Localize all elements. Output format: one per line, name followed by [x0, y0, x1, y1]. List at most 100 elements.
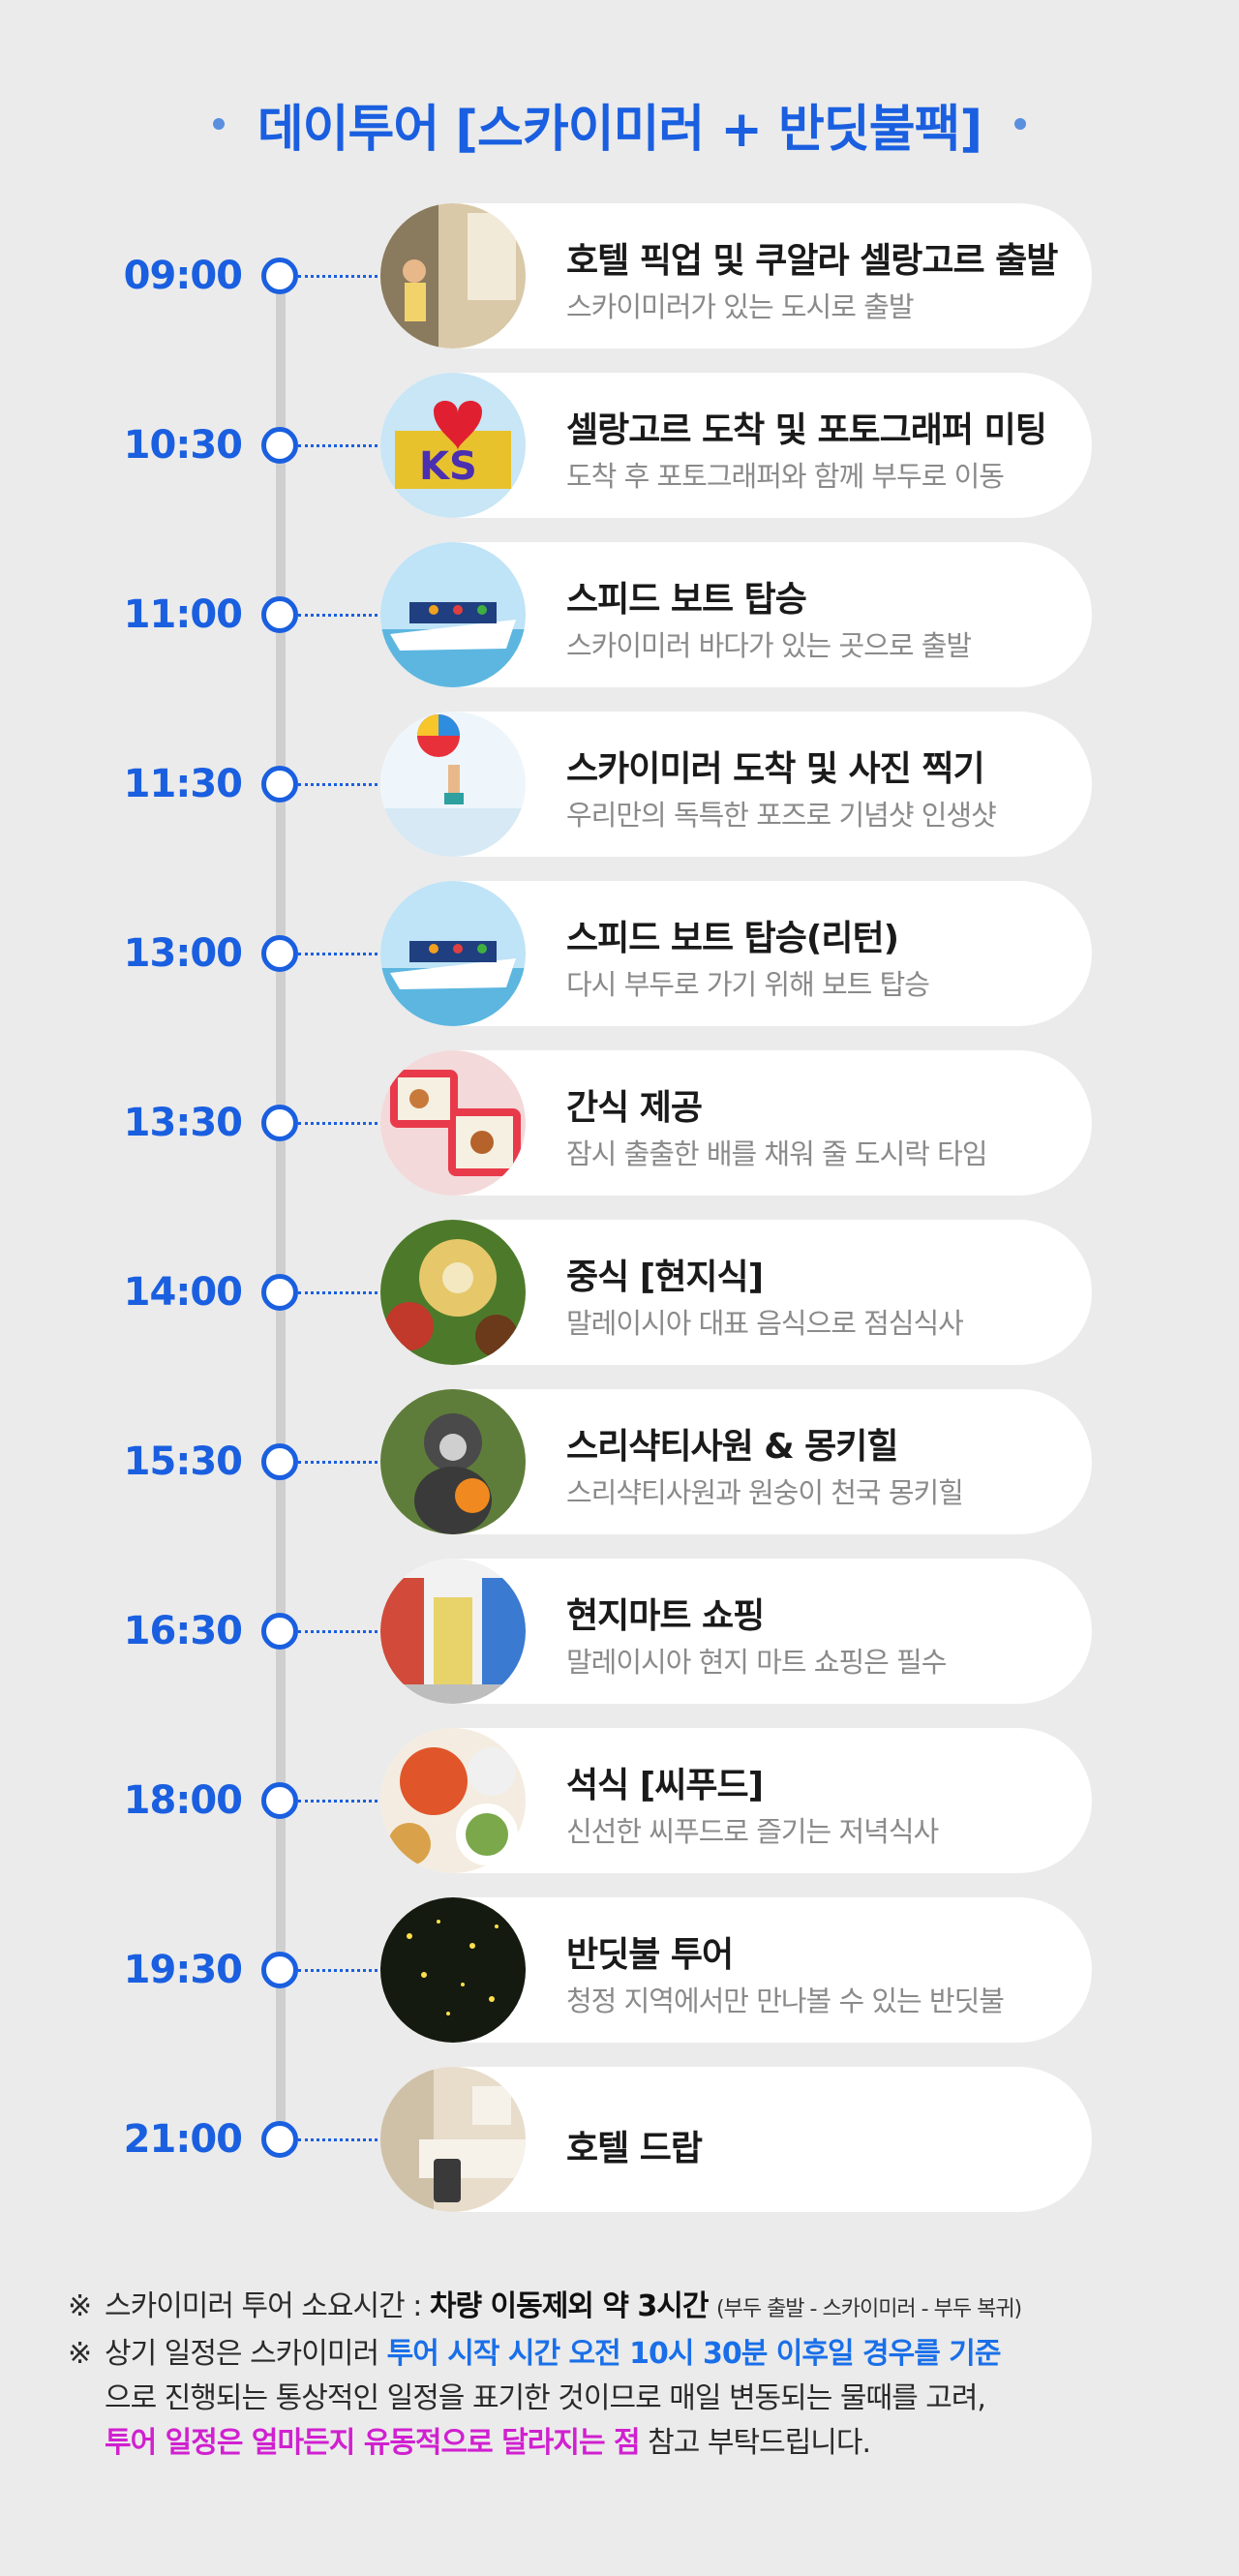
dotted-connector — [298, 1630, 383, 1633]
timeline-node-icon — [261, 596, 298, 633]
schedule-title: 간식 제공 — [566, 1088, 703, 1128]
note-schedule-highlight-2: 투어 일정은 얼마든지 유동적으로 달라지는 점 — [105, 2426, 641, 2460]
dotted-connector — [298, 1122, 383, 1125]
monkey-photo — [380, 1389, 526, 1534]
note-mark: ※ — [68, 2337, 92, 2371]
speed-boat-photo — [380, 542, 526, 687]
timeline-node-icon — [261, 258, 298, 294]
note-schedule-cont: 으로 진행되는 통상적인 일정을 표기한 것이므로 매일 변동되는 물때를 고려… — [68, 2377, 1181, 2421]
timeline-node-icon — [261, 1952, 298, 1988]
schedule-time: 11:00 — [123, 592, 243, 637]
schedule-time: 18:00 — [123, 1778, 243, 1823]
page-title: 데이투어 [스카이미러 + 반딧불팩] — [257, 100, 982, 159]
schedule-title: 스리샥티사원 & 몽키힐 — [566, 1427, 899, 1467]
speed-boat-photo — [380, 881, 526, 1026]
local-food-photo — [380, 1220, 526, 1365]
dotted-connector — [298, 783, 383, 786]
schedule-title: 스피드 보트 탑승 — [566, 580, 807, 620]
note-schedule-text-3: 참고 부탁드립니다. — [639, 2426, 871, 2460]
supermarket-photo — [380, 1559, 526, 1704]
notes: ※ 스카이미러 투어 소요시간 : 차량 이동제외 약 3시간 (부두 출발 - … — [68, 2285, 1181, 2466]
schedule-item: 16:30 현지마트 쇼핑말레이시아 현지 마트 쇼핑은 필수 — [0, 1559, 1239, 1704]
schedule-item: 14:00 중식 [현지식] 말레이시아 대표 음식으로 점심식사 — [0, 1220, 1239, 1365]
note-schedule-cont-2: 투어 일정은 얼마든지 유동적으로 달라지는 점 참고 부탁드립니다. — [68, 2421, 1181, 2466]
note-duration: ※ 스카이미러 투어 소요시간 : 차량 이동제외 약 3시간 (부두 출발 - … — [68, 2285, 1181, 2332]
schedule-title: 중식 [현지식] — [566, 1258, 764, 1297]
dotted-connector — [298, 444, 383, 447]
dotted-connector — [298, 275, 383, 278]
timeline-node-icon — [261, 1274, 298, 1311]
schedule-time: 13:00 — [123, 931, 243, 976]
schedule-subtitle: 다시 부두로 가기 위해 보트 탑승 — [566, 968, 930, 1001]
seafood-photo — [380, 1728, 526, 1873]
dotted-connector — [298, 2138, 383, 2141]
note-schedule-highlight: 투어 시작 시간 오전 10시 30분 이후일 경우를 기준 — [386, 2337, 1002, 2371]
dotted-connector — [298, 1969, 383, 1972]
schedule-time: 16:30 — [123, 1609, 243, 1653]
schedule-item: 18:00 석식 [씨푸드] 신선한 씨푸드로 즐기는 저녁식사 — [0, 1728, 1239, 1873]
dotted-connector — [298, 614, 383, 617]
dotted-connector — [298, 1291, 383, 1294]
dotted-connector — [298, 1800, 383, 1803]
schedule-title: 호텔 드랍 — [566, 2129, 703, 2168]
schedule-item: 09:00 호텔 픽업 및 쿠알라 셀랑고르 출발 스카이미러가 있는 도시로 출발 — [0, 203, 1239, 349]
schedule-subtitle: 도착 후 포토그래퍼와 함께 부두로 이동 — [566, 460, 1005, 493]
schedule-time: 19:30 — [123, 1948, 243, 1992]
fireflies-photo — [380, 1897, 526, 2043]
schedule-time: 14:00 — [123, 1270, 243, 1315]
schedule-time: 15:30 — [123, 1440, 243, 1484]
note-mark: ※ — [68, 2289, 92, 2323]
title-right-dot — [1014, 118, 1027, 130]
timeline-node-icon — [261, 1443, 298, 1480]
schedule-subtitle: 우리만의 독특한 포즈로 기념샷 인생샷 — [566, 799, 997, 832]
dotted-connector — [298, 1461, 383, 1464]
schedule-item: 13:00 스피드 보트 탑승(리턴) 다시 부두로 가기 위해 보트 탑승 — [0, 881, 1239, 1026]
schedule-subtitle: 말레이시아 현지 마트 쇼핑은 필수 — [566, 1646, 947, 1679]
lunchbox-photo — [380, 1050, 526, 1196]
timeline-node-icon — [261, 427, 298, 464]
svg-text:KS: KS — [419, 444, 477, 489]
schedule-time: 13:30 — [123, 1101, 243, 1145]
timeline-node-icon — [261, 1613, 298, 1650]
schedule-item: 15:30 스리샥티사원 & 몽키힐스리샥티사원과 원숭이 천국 몽키힐 — [0, 1389, 1239, 1534]
note-schedule-text-2: 으로 진행되는 통상적인 일정을 표기한 것이므로 매일 변동되는 물때를 고려… — [105, 2381, 986, 2415]
title-area: 데이투어 [스카이미러 + 반딧불팩] — [0, 85, 1239, 163]
schedule-title: 석식 [씨푸드] — [566, 1766, 764, 1805]
schedule-item: 21:00 호텔 드랍 — [0, 2067, 1239, 2212]
schedule-title: 반딧불 투어 — [566, 1935, 734, 1975]
timeline-node-icon — [261, 935, 298, 972]
sky-mirror-jump-photo — [380, 712, 526, 857]
timeline-node-icon — [261, 1782, 298, 1819]
schedule-title: 스카이미러 도착 및 사진 찍기 — [566, 749, 985, 789]
note-duration-bold: 차량 이동제외 약 3시간 — [429, 2289, 710, 2323]
schedule-subtitle: 신선한 씨푸드로 즐기는 저녁식사 — [566, 1815, 939, 1848]
title-left-dot — [212, 118, 225, 130]
schedule-item: 11:00 스피드 보트 탑승스카이미러 바다가 있는 곳으로 출발 — [0, 542, 1239, 687]
schedule-item: 11:30 스카이미러 도착 및 사진 찍기우리만의 독특한 포즈로 기념샷 인생… — [0, 712, 1239, 857]
schedule-title: 셀랑고르 도착 및 포토그래퍼 미팅 — [566, 410, 1047, 450]
schedule-title: 현지마트 쇼핑 — [566, 1596, 765, 1636]
schedule-time: 10:30 — [123, 423, 243, 468]
schedule-subtitle: 청정 지역에서만 만나볼 수 있는 반딧불 — [566, 1985, 1005, 2017]
schedule-title: 호텔 픽업 및 쿠알라 셀랑고르 출발 — [566, 241, 1058, 281]
schedule-subtitle: 잠시 출출한 배를 채워 줄 도시락 타임 — [566, 1137, 988, 1170]
i-love-ks-sign-photo: KS — [380, 373, 526, 518]
timeline-node-icon — [261, 766, 298, 803]
note-duration-route: (부두 출발 - 스카이미러 - 부두 복귀) — [716, 2297, 1022, 2321]
schedule-subtitle: 스카이미러가 있는 도시로 출발 — [566, 290, 915, 323]
hotel-room-photo — [380, 2067, 526, 2212]
note-duration-text: 스카이미러 투어 소요시간 : — [105, 2289, 430, 2323]
schedule-title: 스피드 보트 탑승(리턴) — [566, 919, 899, 958]
schedule-subtitle: 말레이시아 대표 음식으로 점심식사 — [566, 1307, 964, 1340]
schedule-item: 10:30 KS 셀랑고르 도착 및 포토그래퍼 미팅도착 후 포토그래퍼와 함께 … — [0, 373, 1239, 518]
timeline-node-icon — [261, 2121, 298, 2158]
hotel-lobby-photo — [380, 203, 526, 349]
schedule-item: 19:30 반딧불 투어청정 지역에서만 만나볼 수 있는 반딧불 — [0, 1897, 1239, 2043]
schedule-subtitle: 스리샥티사원과 원숭이 천국 몽키힐 — [566, 1476, 964, 1509]
schedule-time: 11:30 — [123, 762, 243, 806]
dotted-connector — [298, 953, 383, 955]
schedule-item: 13:30 간식 제공잠시 출출한 배를 채워 줄 도시락 타임 — [0, 1050, 1239, 1196]
schedule-subtitle: 스카이미러 바다가 있는 곳으로 출발 — [566, 629, 972, 662]
note-schedule: ※ 상기 일정은 스카이미러 투어 시작 시간 오전 10시 30분 이후일 경우… — [68, 2332, 1181, 2377]
timeline-node-icon — [261, 1105, 298, 1141]
